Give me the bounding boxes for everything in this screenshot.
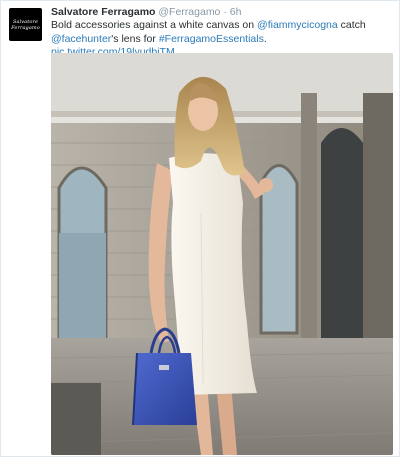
avatar[interactable]: Salvatore Ferragamo — [9, 8, 42, 41]
tweet-text-part: Bold accessories against a white canvas … — [51, 19, 258, 31]
author-handle[interactable]: @Ferragamo — [158, 6, 220, 18]
tweet-photo[interactable] — [51, 53, 393, 455]
timestamp[interactable]: 6h — [230, 6, 242, 18]
tweet-header: Salvatore Ferragamo @Ferragamo · 6h — [51, 6, 241, 19]
ferragamo-logo: Salvatore Ferragamo — [11, 19, 40, 31]
author-name[interactable]: Salvatore Ferragamo — [51, 6, 155, 18]
tweet-card: Salvatore Ferragamo Salvatore Ferragamo … — [0, 0, 400, 457]
mention-link[interactable]: @fiammycicogna — [257, 19, 338, 31]
mention-link[interactable]: @facehunter — [51, 33, 111, 45]
hashtag-link[interactable]: #FerragamoEssentials — [159, 33, 264, 45]
tweet-text-part: 's lens for — [111, 32, 159, 45]
tweet-text-part: catch — [337, 19, 366, 31]
tweet-text-part: . — [263, 32, 267, 45]
photo-woman-white-dress-blue-bag — [51, 53, 393, 455]
separator-dot: · — [223, 6, 227, 18]
